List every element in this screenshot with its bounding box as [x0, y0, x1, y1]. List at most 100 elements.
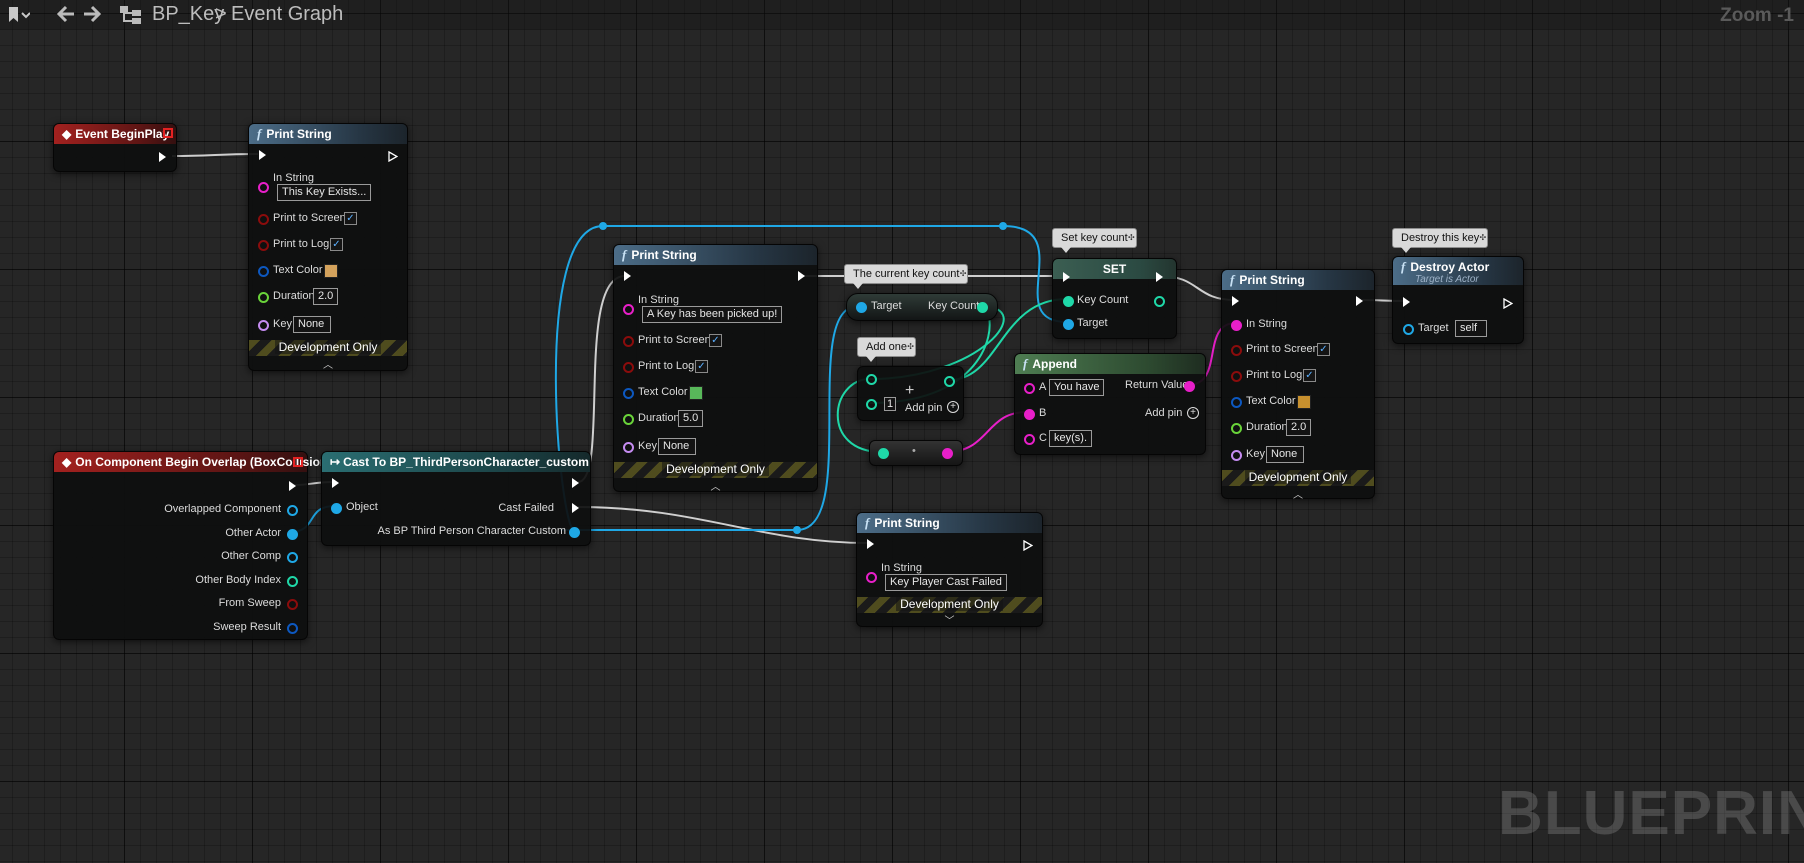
exec-out-pin[interactable]: [289, 481, 296, 491]
duration-pin[interactable]: [1231, 423, 1242, 434]
exec-out-pin[interactable]: [1356, 296, 1363, 306]
in-string-pin[interactable]: [1231, 320, 1242, 331]
collapse-chevron-icon[interactable]: ︿: [1222, 486, 1374, 501]
cast-to-node[interactable]: ↦ Cast To BP_ThirdPersonCharacter_custom …: [321, 451, 591, 546]
collapse-chevron-icon[interactable]: ︿: [249, 356, 407, 371]
return-value-pin[interactable]: [1184, 381, 1195, 392]
comment-add-one[interactable]: Add one ✣: [857, 337, 916, 362]
pure-connector-node[interactable]: •: [869, 440, 963, 466]
print-string-node-4[interactable]: f Print String In String Key Player Cast …: [856, 512, 1043, 627]
target-pin[interactable]: [1403, 324, 1414, 335]
print-string-node-2[interactable]: f Print String In String A Key has been p…: [613, 244, 818, 493]
exec-in-pin[interactable]: [867, 539, 874, 549]
set-key-count-node[interactable]: SET Key Count Target: [1052, 258, 1177, 339]
duration-pin[interactable]: [623, 414, 634, 425]
print-string-node-3[interactable]: f Print String In String Print to Screen …: [1221, 269, 1375, 501]
key-input[interactable]: None: [293, 316, 331, 333]
exec-out-pin[interactable]: [1156, 272, 1163, 282]
key-pin[interactable]: [623, 442, 634, 453]
exec-in-pin[interactable]: [259, 150, 266, 160]
in-string-pin[interactable]: [866, 572, 877, 583]
exec-out-pin[interactable]: [1023, 538, 1034, 552]
event-beginplay-node[interactable]: ◆ Event BeginPlay: [53, 123, 177, 172]
print-to-log-pin[interactable]: [623, 362, 634, 373]
exec-in-pin[interactable]: [332, 478, 339, 488]
in-string-pin[interactable]: [623, 304, 634, 315]
text-color-pin[interactable]: [623, 388, 634, 399]
text-color-pin[interactable]: [258, 266, 269, 277]
other-actor-pin[interactable]: [287, 529, 298, 540]
append-node[interactable]: f Append A You have Return Value B Add pi…: [1014, 353, 1206, 455]
target-pin[interactable]: [1063, 319, 1074, 330]
duration-input[interactable]: 5.0: [678, 410, 704, 427]
print-to-log-pin[interactable]: [258, 240, 269, 251]
comment-pin-icon[interactable]: ✣: [907, 338, 914, 356]
print-to-screen-pin[interactable]: [623, 336, 634, 347]
a-pin[interactable]: [1024, 383, 1035, 394]
c-input[interactable]: key(s).: [1049, 430, 1092, 447]
comment-pin-icon[interactable]: ✣: [960, 265, 967, 283]
add-pin-label[interactable]: Add pin: [905, 402, 942, 414]
print-to-log-checkbox[interactable]: ✓: [1303, 369, 1316, 382]
target-input[interactable]: self: [1455, 320, 1487, 337]
sweep-result-pin[interactable]: [287, 623, 298, 634]
a-input[interactable]: You have: [1049, 379, 1105, 396]
comment-set-key-count[interactable]: Set key count ✣: [1052, 228, 1137, 253]
as-character-pin[interactable]: [569, 527, 580, 538]
in-string-input[interactable]: A Key has been picked up!: [642, 306, 783, 323]
exec-out-pin[interactable]: [572, 478, 579, 488]
add-input-b-pin[interactable]: [866, 399, 877, 410]
key-count-in-pin[interactable]: [1063, 296, 1074, 307]
comment-destroy-this-key[interactable]: Destroy this key ✣: [1392, 228, 1489, 253]
key-count-out-pin[interactable]: [1154, 296, 1165, 307]
add-input-b-value[interactable]: 1: [884, 397, 897, 411]
other-comp-pin[interactable]: [287, 552, 298, 563]
exec-out-pin[interactable]: [159, 152, 166, 162]
from-sweep-pin[interactable]: [287, 599, 298, 610]
add-pin-icon[interactable]: +: [1187, 407, 1199, 419]
in-string-input[interactable]: This Key Exists...: [277, 184, 372, 201]
add-input-a-pin[interactable]: [866, 374, 877, 385]
target-pin[interactable]: [856, 302, 867, 313]
text-color-swatch[interactable]: [1297, 395, 1311, 409]
other-body-index-pin[interactable]: [287, 576, 298, 587]
print-to-log-pin[interactable]: [1231, 371, 1242, 382]
delegate-pin-icon[interactable]: [293, 457, 303, 467]
exec-out-pin[interactable]: [1503, 296, 1514, 310]
print-to-screen-checkbox[interactable]: ✓: [709, 334, 722, 347]
connector-out-pin[interactable]: [942, 448, 953, 459]
exec-in-pin[interactable]: [1063, 272, 1070, 282]
print-to-screen-pin[interactable]: [1231, 345, 1242, 356]
comment-current-key-count[interactable]: The current key count ✣: [844, 264, 969, 289]
duration-pin[interactable]: [258, 292, 269, 303]
key-input[interactable]: None: [658, 438, 696, 455]
print-to-screen-checkbox[interactable]: ✓: [344, 212, 357, 225]
print-to-log-checkbox[interactable]: ✓: [330, 238, 343, 251]
in-string-pin[interactable]: [258, 182, 269, 193]
destroy-actor-node[interactable]: f Destroy Actor Target is Actor Target se…: [1392, 256, 1524, 344]
exec-out-pin[interactable]: [388, 149, 399, 163]
connector-in-pin[interactable]: [878, 448, 889, 459]
key-count-getter-node[interactable]: Target Key Count: [846, 293, 998, 321]
print-string-node-1[interactable]: f Print String In String This Key Exists.…: [248, 123, 408, 371]
collapse-chevron-icon[interactable]: ︿: [614, 478, 817, 493]
b-pin[interactable]: [1024, 409, 1035, 420]
comment-pin-icon[interactable]: ✣: [1128, 229, 1135, 247]
exec-in-pin[interactable]: [1403, 297, 1410, 307]
exec-out-pin[interactable]: [798, 271, 805, 281]
add-output-pin[interactable]: [944, 376, 955, 387]
text-color-swatch[interactable]: [689, 386, 703, 400]
duration-input[interactable]: 2.0: [313, 288, 339, 305]
exec-in-pin[interactable]: [624, 271, 631, 281]
key-pin[interactable]: [258, 320, 269, 331]
comment-pin-icon[interactable]: ✣: [1480, 229, 1487, 247]
add-pin-label[interactable]: Add pin: [1145, 407, 1182, 419]
add-integer-node[interactable]: + 1 Add pin +: [857, 366, 964, 421]
text-color-pin[interactable]: [1231, 397, 1242, 408]
print-to-screen-checkbox[interactable]: ✓: [1317, 343, 1330, 356]
key-count-out-pin[interactable]: [977, 302, 988, 313]
expand-chevron-icon[interactable]: ﹀: [857, 612, 1042, 627]
exec-in-pin[interactable]: [1232, 296, 1239, 306]
print-to-log-checkbox[interactable]: ✓: [695, 360, 708, 373]
key-input[interactable]: None: [1266, 446, 1304, 463]
